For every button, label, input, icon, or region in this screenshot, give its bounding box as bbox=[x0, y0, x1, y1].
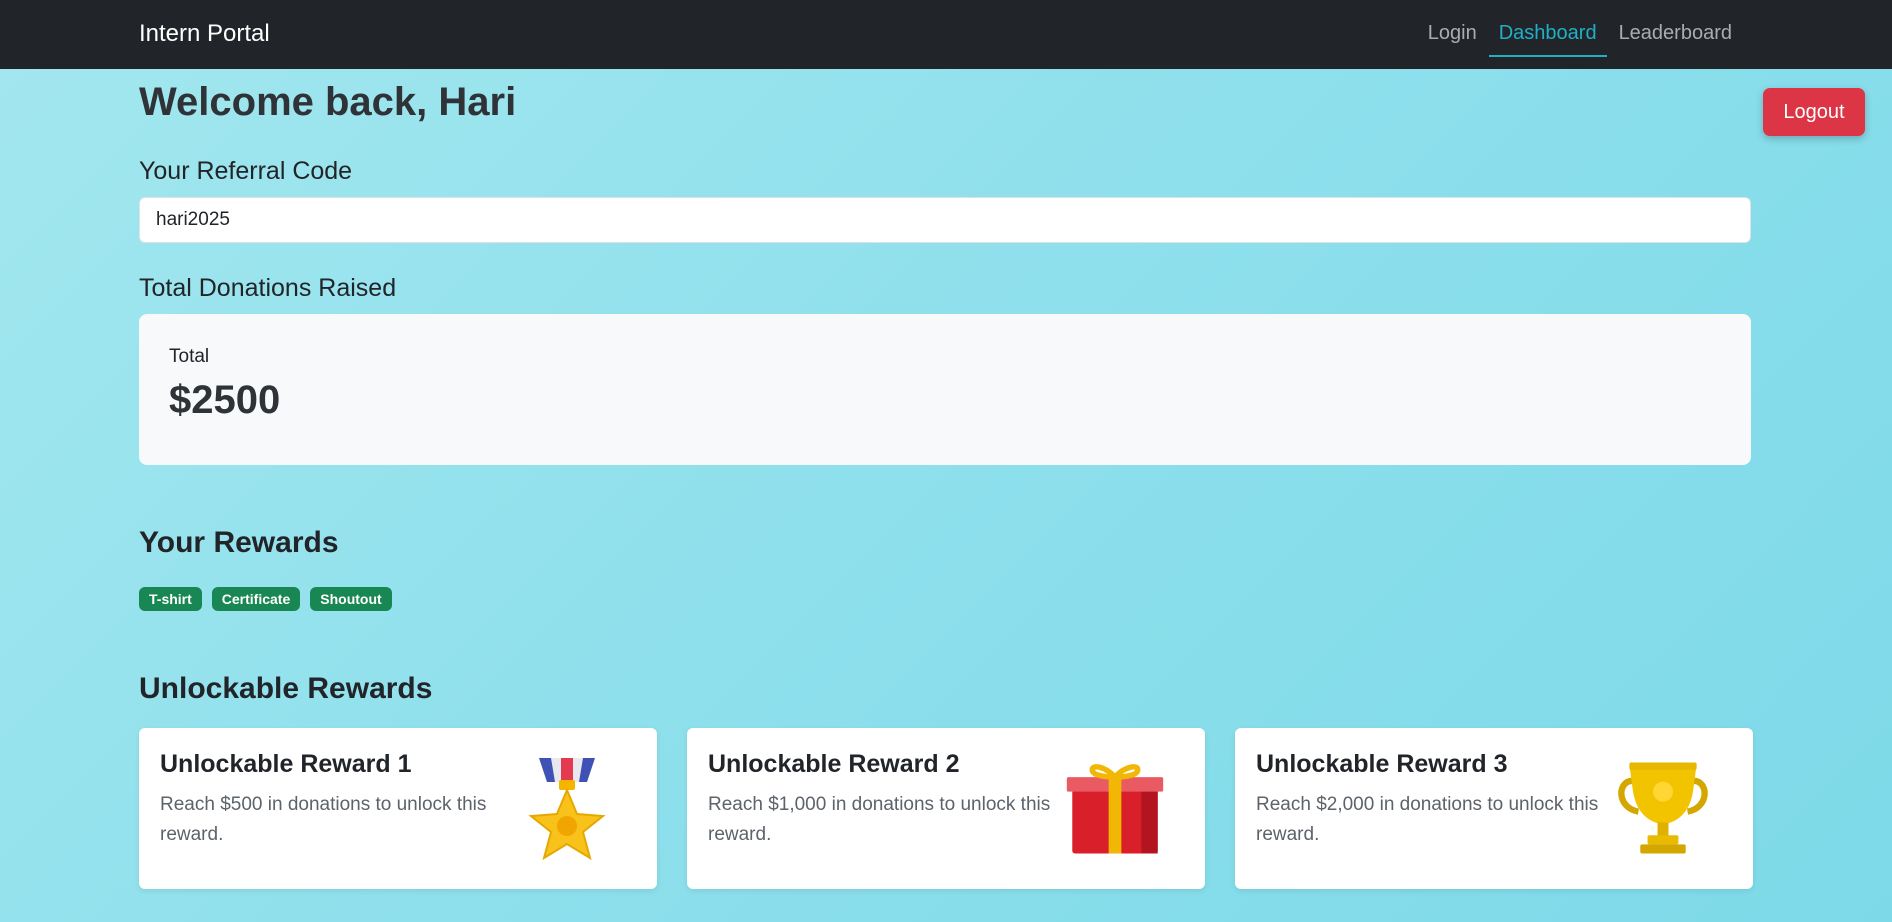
trophy-icon bbox=[1618, 762, 1708, 854]
nav-link-leaderboard[interactable]: Leaderboard bbox=[1609, 0, 1742, 69]
card-title: Unlockable Reward 1 bbox=[160, 750, 412, 778]
referral-code-label: Your Referral Code bbox=[139, 157, 353, 185]
total-value: $2500 bbox=[169, 378, 281, 422]
reward-badge: Certificate bbox=[211, 587, 301, 611]
card-title: Unlockable Reward 2 bbox=[708, 750, 960, 778]
gift-icon bbox=[1066, 764, 1164, 854]
brand-logo-text[interactable]: Intern Portal bbox=[139, 19, 270, 49]
unlockable-reward-card: Unlockable Reward 1 Reach $500 in donati… bbox=[139, 728, 657, 889]
donations-label: Total Donations Raised bbox=[139, 274, 397, 302]
top-navbar: Intern Portal Login Dashboard Leaderboar… bbox=[0, 0, 1892, 69]
reward-badge: Shoutout bbox=[310, 587, 392, 611]
welcome-heading: Welcome back, Hari bbox=[139, 80, 517, 124]
nav-links: Login Dashboard Leaderboard bbox=[1416, 0, 1742, 69]
medal-icon bbox=[528, 758, 606, 860]
unlockable-reward-card: Unlockable Reward 2 Reach $1,000 in dona… bbox=[687, 728, 1205, 889]
reward-badge: T-shirt bbox=[139, 587, 202, 611]
nav-link-login[interactable]: Login bbox=[1418, 0, 1487, 69]
unlockable-rewards-heading: Unlockable Rewards bbox=[139, 672, 433, 705]
your-rewards-heading: Your Rewards bbox=[139, 526, 339, 559]
unlockable-reward-card: Unlockable Reward 3 Reach $2,000 in dona… bbox=[1235, 728, 1753, 889]
card-text: Reach $1,000 in donations to unlock this… bbox=[708, 794, 1051, 845]
logout-button[interactable]: Logout bbox=[1763, 88, 1865, 136]
card-text: Reach $2,000 in donations to unlock this… bbox=[1256, 794, 1599, 845]
referral-code-input[interactable] bbox=[139, 197, 1751, 243]
total-label: Total bbox=[169, 346, 210, 367]
rewards-badge-list: T-shirt Certificate Shoutout bbox=[139, 587, 392, 611]
card-title: Unlockable Reward 3 bbox=[1256, 750, 1508, 778]
nav-link-dashboard[interactable]: Dashboard bbox=[1488, 0, 1607, 69]
card-text: Reach $500 in donations to unlock this r… bbox=[160, 794, 487, 845]
donations-total-card: Total $2500 bbox=[139, 314, 1751, 465]
